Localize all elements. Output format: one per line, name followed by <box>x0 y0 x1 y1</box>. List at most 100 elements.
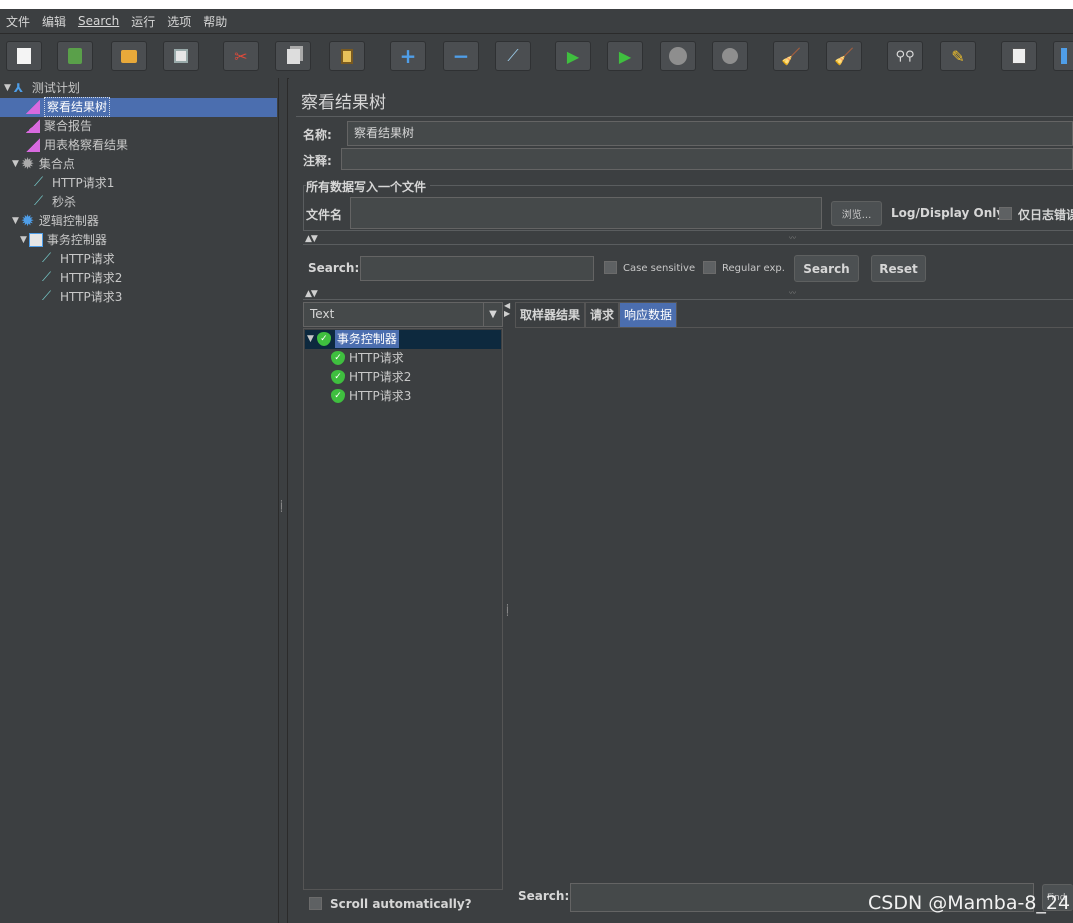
open-button[interactable] <box>111 41 147 71</box>
stop-button[interactable] <box>660 41 696 71</box>
splitter-arrows-icon[interactable]: ◀ ▶ <box>504 302 510 318</box>
gear-icon: ✹ <box>20 211 35 230</box>
splitter-grip: ⁞ ⁞ ⁞ <box>506 603 509 619</box>
tab-sampler-result[interactable]: 取样器结果 <box>515 302 586 327</box>
menu-options[interactable]: 选项 <box>161 13 197 30</box>
start-no-pause-button[interactable]: ▶ <box>607 41 643 71</box>
name-field[interactable]: 察看结果树 <box>347 121 1073 146</box>
tab-request[interactable]: 请求 <box>585 302 620 327</box>
expand-toggle-icon[interactable]: ▼ <box>307 330 314 348</box>
reset-search-button[interactable]: ✎ <box>940 41 976 71</box>
tree-item-test-plan[interactable]: ▼ ⅄ 测试计划 <box>4 79 80 97</box>
reset-button[interactable]: Reset <box>871 255 926 282</box>
search-button-tb[interactable]: ⚲⚲ <box>887 41 923 71</box>
gear-icon: ✹ <box>20 154 35 173</box>
result-item-transaction-controller[interactable]: ▼ ✓ 事务控制器 <box>307 330 399 348</box>
menu-file[interactable]: 文件 <box>0 13 36 30</box>
scroll-auto-checkbox[interactable] <box>309 897 322 910</box>
expand-toggle-icon[interactable]: ▼ <box>12 212 19 230</box>
results-splitter[interactable]: ◀ ▶ ⁞ ⁞ ⁞ <box>504 302 514 923</box>
tree-item-seckill[interactable]: ⟋ 秒杀 <box>34 193 76 211</box>
menu-search[interactable]: Search <box>72 14 125 28</box>
tree-item-http-request-3[interactable]: ⟋ HTTP请求3 <box>42 288 122 306</box>
collapse-arrows-icon[interactable]: ▲▼ <box>305 289 318 299</box>
tree-item-label: HTTP请求 <box>60 252 115 266</box>
shutdown-icon <box>722 48 738 64</box>
search-icon: ⚲⚲ <box>895 48 915 64</box>
response-content-pane <box>515 327 1073 881</box>
new-button[interactable] <box>6 41 42 71</box>
menu-run[interactable]: 运行 <box>125 13 161 30</box>
save-button[interactable] <box>163 41 199 71</box>
test-plan-icon: ⅄ <box>13 81 24 95</box>
tree-item-label: 秒杀 <box>52 195 77 209</box>
chevron-down-icon: ▼ <box>483 303 502 326</box>
expand-toggle-icon[interactable]: ▼ <box>20 231 27 249</box>
tree-item-view-results-table[interactable]: 用表格察看结果 <box>26 136 128 154</box>
sampler-icon: ⟋ <box>42 270 52 285</box>
paste-button[interactable] <box>329 41 365 71</box>
tree-item-transaction-controller[interactable]: ▼ 事务控制器 <box>20 231 107 249</box>
menu-edit[interactable]: 编辑 <box>36 13 72 30</box>
expand-button[interactable]: + <box>390 41 426 71</box>
search-button[interactable]: Search <box>794 255 859 282</box>
open-icon <box>121 49 137 63</box>
reset-search-icon: ✎ <box>951 46 965 66</box>
expand-toggle-icon[interactable]: ▼ <box>4 79 11 97</box>
comment-field[interactable] <box>341 148 1073 170</box>
menu-help[interactable]: 帮助 <box>197 13 233 30</box>
template-button[interactable] <box>57 41 93 71</box>
clear-button[interactable]: 🧹 <box>773 41 809 71</box>
tree-item-logic-controller[interactable]: ▼ ✹ 逻辑控制器 <box>12 212 99 230</box>
toggle-icon: ⟋ <box>507 46 519 65</box>
tree-item-label: 聚合报告 <box>44 119 93 133</box>
paste-icon <box>341 48 353 64</box>
result-item-http-request-2[interactable]: ✓ HTTP请求2 <box>331 368 411 386</box>
tab-response-data[interactable]: 响应数据 <box>619 302 678 327</box>
start-button[interactable]: ▶ <box>555 41 591 71</box>
listener-icon <box>26 100 40 114</box>
filename-field[interactable] <box>350 197 822 229</box>
browse-button[interactable]: 浏览... <box>831 201 882 226</box>
splitter-grip: 〰 <box>789 289 796 297</box>
controller-icon <box>28 233 43 247</box>
renderer-value: Text <box>310 307 335 321</box>
help-button[interactable] <box>1053 41 1073 71</box>
tree-item-http-request[interactable]: ⟋ HTTP请求 <box>42 250 115 268</box>
tree-item-http-request-2[interactable]: ⟋ HTTP请求2 <box>42 269 122 287</box>
start-no-pause-icon: ▶ <box>618 46 632 66</box>
tree-item-rendezvous[interactable]: ▼ ✹ 集合点 <box>12 155 75 173</box>
log-display-label: Log/Display Only: <box>891 206 1009 220</box>
result-item-http-request-3[interactable]: ✓ HTTP请求3 <box>331 387 411 405</box>
tree-item-label: 察看结果树 <box>44 97 111 117</box>
case-sensitive-checkbox[interactable] <box>604 261 617 274</box>
tree-item-label: 用表格察看结果 <box>44 138 129 152</box>
clear-all-icon: 🧹 <box>834 46 854 66</box>
copy-button[interactable] <box>275 41 311 71</box>
renderer-select[interactable]: Text ▼ <box>303 302 503 327</box>
sampler-icon: ⟋ <box>34 175 44 190</box>
function-helper-button[interactable] <box>1001 41 1037 71</box>
menu-search-label: Search <box>78 14 120 28</box>
tree-item-label: HTTP请求2 <box>60 271 123 285</box>
collapse-arrows-icon[interactable]: ▲▼ <box>305 234 318 244</box>
tree-item-view-results-tree[interactable]: 察看结果树 <box>26 97 111 117</box>
clear-all-button[interactable]: 🧹 <box>826 41 862 71</box>
page-title: 察看结果树 <box>301 93 386 113</box>
main-splitter[interactable]: ⁞ ⁞ ⁞ <box>278 78 288 923</box>
collapse-icon: − <box>452 44 470 68</box>
tree-item-aggregate-report[interactable]: 聚合报告 <box>26 117 92 135</box>
toggle-button[interactable]: ⟋ <box>495 41 531 71</box>
splitter-grip: 〰 <box>789 234 796 242</box>
result-item-label: HTTP请求2 <box>349 370 412 384</box>
regular-exp-checkbox[interactable] <box>703 261 716 274</box>
tree-item-http-request-1[interactable]: ⟋ HTTP请求1 <box>34 174 114 192</box>
cut-button[interactable]: ✂ <box>223 41 259 71</box>
errors-only-checkbox[interactable] <box>999 207 1012 220</box>
expand-toggle-icon[interactable]: ▼ <box>12 155 19 173</box>
result-item-http-request[interactable]: ✓ HTTP请求 <box>331 349 404 367</box>
collapse-button[interactable]: − <box>443 41 479 71</box>
copy-icon <box>286 48 300 64</box>
shutdown-button[interactable] <box>712 41 748 71</box>
search-input[interactable] <box>360 256 594 281</box>
